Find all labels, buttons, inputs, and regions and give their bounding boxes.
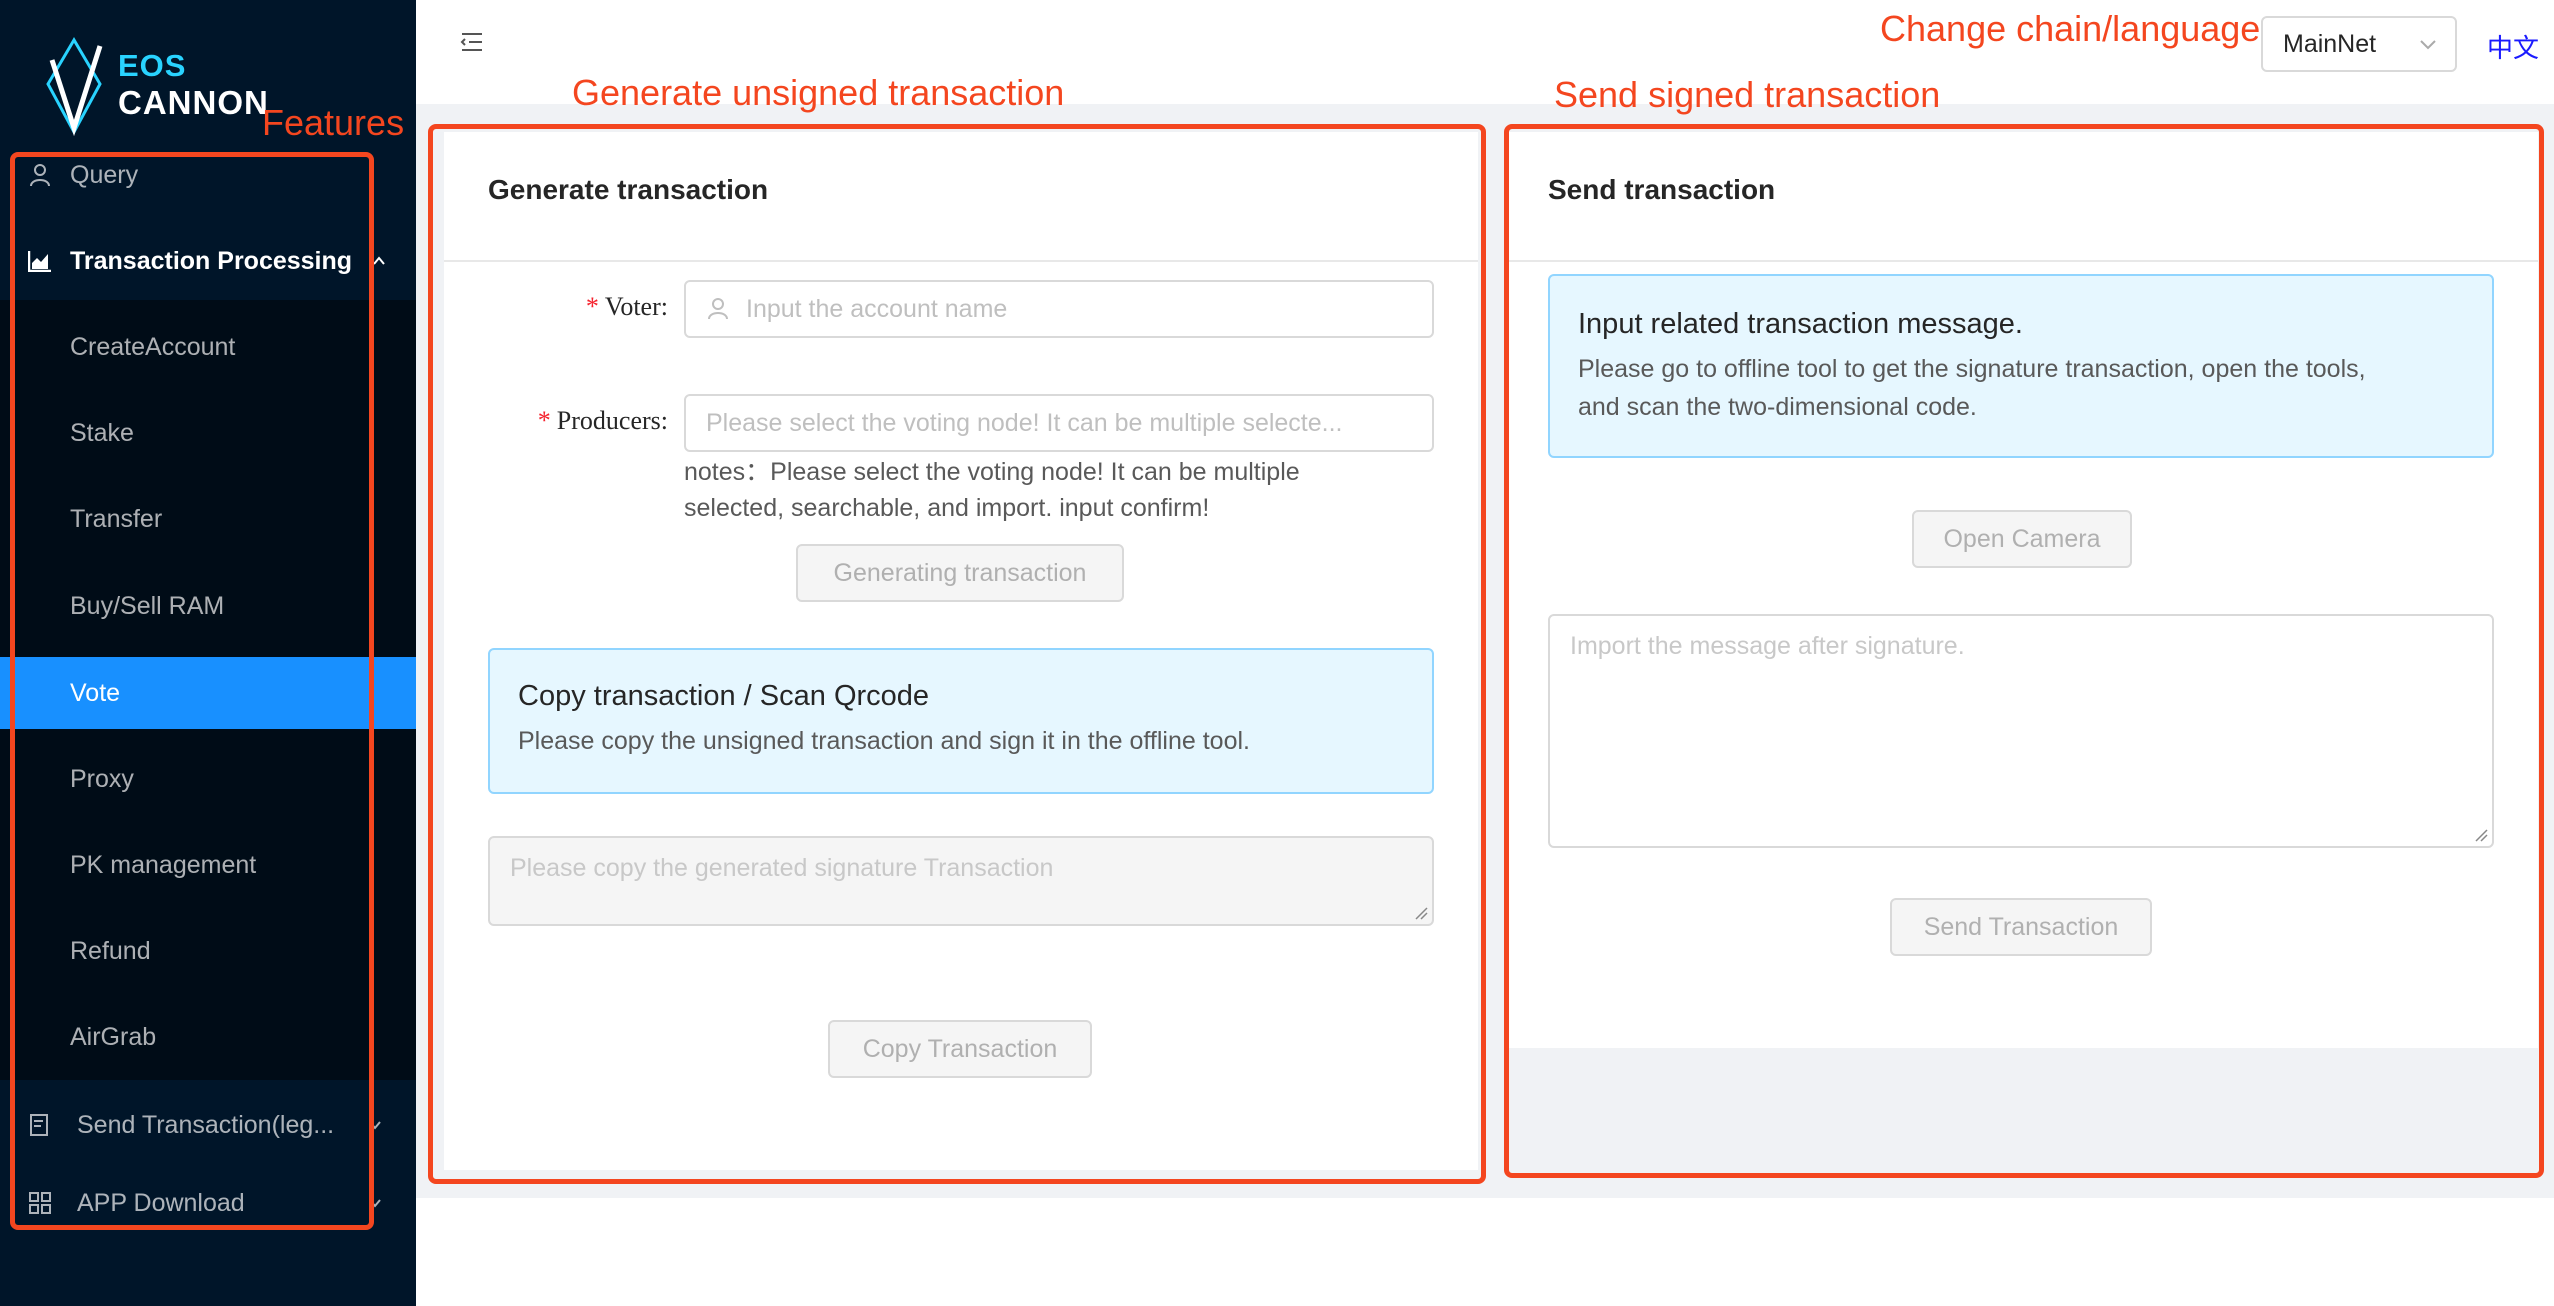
language-switch-link[interactable]: 中文 [2487,28,2539,65]
chevron-up-icon [373,256,385,265]
logo-text-eos: EOS [118,48,187,83]
logo-text-cannon: CANNON [118,84,269,121]
annotation-label-generate: Generate unsigned transaction [572,72,1065,113]
annotation-label-features: Features [262,102,405,143]
chain-select[interactable]: MainNet [2261,16,2457,72]
logo-mark-icon [46,37,103,136]
logo: EOS CANNON [44,36,284,136]
annotation-label-send: Send signed transaction [1554,74,1941,115]
chevron-down-icon [2420,40,2436,50]
chain-select-value: MainNet [2283,29,2377,58]
annotation-box-features [10,152,374,1230]
annotation-label-change-chain-language: Change chain/language [1880,8,2261,49]
annotation-box-send [1504,124,2544,1178]
menu-fold-icon[interactable] [460,30,484,54]
annotation-box-generate [428,124,1486,1184]
